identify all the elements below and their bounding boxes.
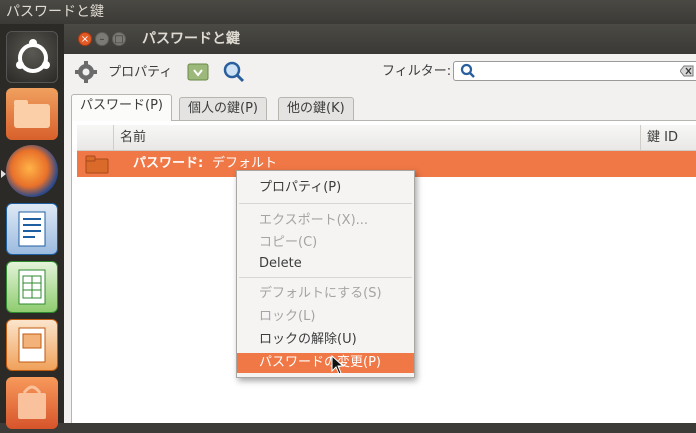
impress-launcher-icon[interactable] <box>6 319 58 371</box>
maximize-window-button[interactable]: □ <box>112 32 126 46</box>
tab-personal-keys[interactable]: 個人の鍵(P) <box>179 97 267 121</box>
calc-launcher-icon[interactable] <box>6 261 58 313</box>
column-icon[interactable] <box>77 125 113 150</box>
menu-item-properties[interactable]: プロパティ(P) <box>237 178 414 198</box>
window-title: パスワードと鍵 <box>142 31 240 47</box>
dash-home-button[interactable] <box>6 31 58 83</box>
column-header: 名前 鍵 ID <box>77 125 696 151</box>
import-icon <box>187 63 209 81</box>
tab-bar: パスワード(P) 個人の鍵(P) 他の鍵(K) <box>64 94 696 121</box>
files-launcher-icon[interactable] <box>6 88 58 140</box>
menu-item-export[interactable]: エクスポート(X)... <box>237 211 414 231</box>
search-icon <box>460 63 475 78</box>
filter-input[interactable] <box>453 61 696 81</box>
firefox-launcher-icon[interactable] <box>6 145 58 197</box>
window-titlebar[interactable]: × – □ パスワードと鍵 <box>64 24 696 54</box>
top-panel-title: パスワードと鍵 <box>6 4 104 20</box>
writer-launcher-icon[interactable] <box>6 203 58 255</box>
context-menu: プロパティ(P) エクスポート(X)... コピー(C) Delete デフォル… <box>236 170 415 378</box>
menu-item-unlock[interactable]: ロックの解除(U) <box>237 330 414 350</box>
menu-separator <box>239 203 412 204</box>
column-key-id[interactable]: 鍵 ID <box>640 125 696 150</box>
software-center-launcher-icon[interactable] <box>6 377 58 429</box>
search-icon <box>223 61 245 83</box>
row-prefix: パスワード: <box>133 156 204 171</box>
mouse-cursor-icon <box>331 355 345 375</box>
find-remote-keys-button[interactable] <box>222 60 246 84</box>
ubuntu-logo-icon <box>16 39 50 73</box>
tab-other-keys[interactable]: 他の鍵(K) <box>278 97 354 121</box>
menu-separator <box>239 277 412 278</box>
tab-passwords[interactable]: パスワード(P) <box>71 94 172 121</box>
menu-item-set-default[interactable]: デフォルトにする(S) <box>237 284 414 304</box>
menu-item-delete[interactable]: Delete <box>237 254 414 274</box>
gear-icon <box>75 61 97 83</box>
minimize-window-button[interactable]: – <box>95 32 109 46</box>
column-name[interactable]: 名前 <box>113 125 640 150</box>
menu-item-change-password[interactable]: パスワードの変更(P) <box>237 353 414 373</box>
filter-label: フィルター: <box>382 64 452 79</box>
properties-label: プロパティ <box>108 64 173 80</box>
folder-icon <box>85 155 109 174</box>
clear-icon[interactable] <box>680 65 694 77</box>
import-button[interactable] <box>186 60 210 84</box>
menu-item-copy[interactable]: コピー(C) <box>237 233 414 253</box>
top-panel: パスワードと鍵 <box>0 0 696 24</box>
properties-button[interactable]: プロパティ <box>74 60 174 84</box>
menu-item-lock[interactable]: ロック(L) <box>237 307 414 327</box>
close-window-button[interactable]: × <box>78 32 92 46</box>
launcher <box>0 24 64 429</box>
toolbar: プロパティ フィルター: <box>64 54 696 90</box>
